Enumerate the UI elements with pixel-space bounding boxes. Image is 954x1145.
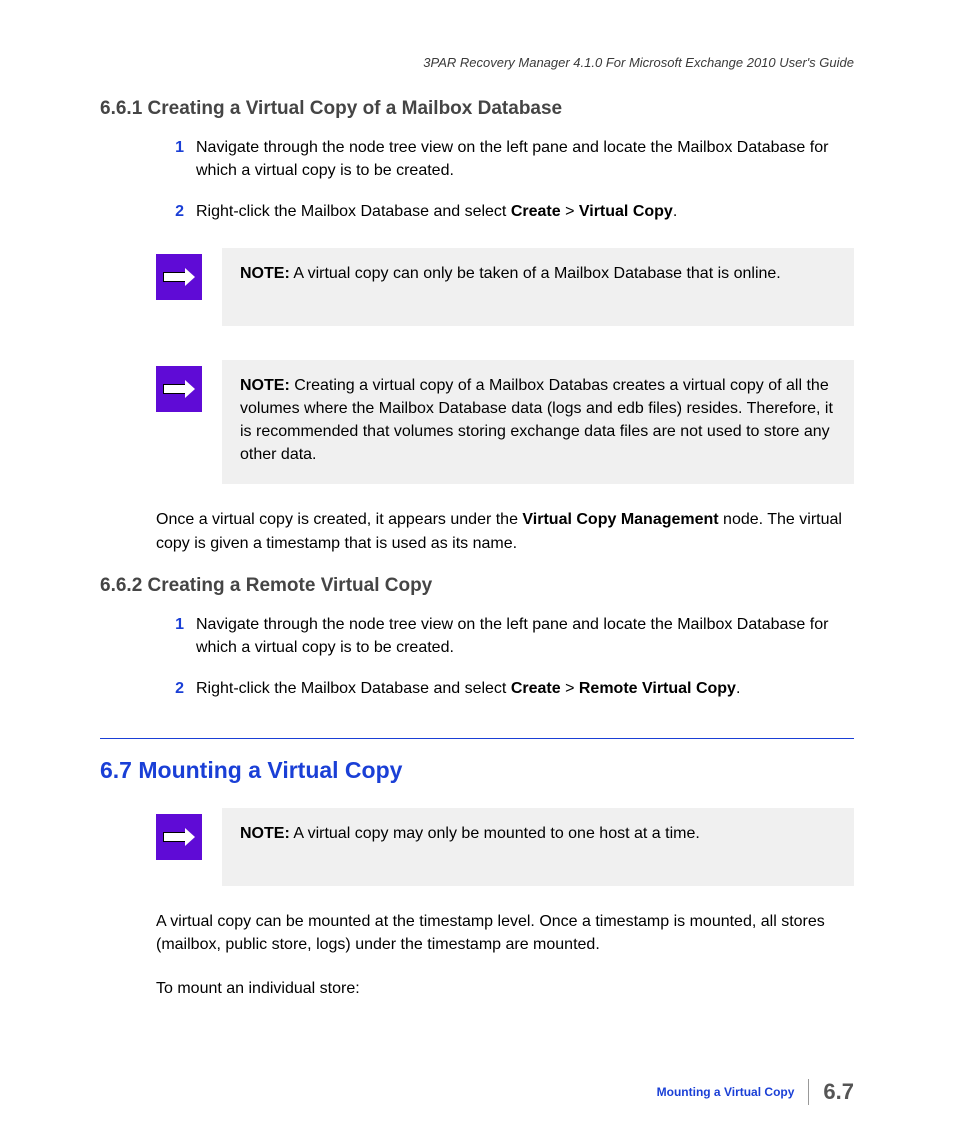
list-item: 1 Navigate through the node tree view on… — [160, 613, 854, 659]
bold-run: Create — [511, 680, 561, 697]
text-run: Once a virtual copy is created, it appea… — [156, 511, 522, 528]
list-item: 2 Right-click the Mailbox Database and s… — [160, 200, 854, 223]
bold-run: Virtual Copy — [579, 203, 673, 220]
note-box: NOTE: Creating a virtual copy of a Mailb… — [222, 360, 854, 485]
footer-section-title: Mounting a Virtual Copy — [657, 1085, 795, 1099]
ordered-list: 1 Navigate through the node tree view on… — [160, 613, 854, 701]
note-label: NOTE: — [240, 265, 290, 282]
arrow-note-icon — [156, 366, 202, 412]
running-header: 3PAR Recovery Manager 4.1.0 For Microsof… — [100, 55, 854, 70]
note-label: NOTE: — [240, 377, 290, 394]
arrow-note-icon — [156, 814, 202, 860]
text-run: Right-click the Mailbox Database and sel… — [196, 680, 511, 697]
note-text: A virtual copy can only be taken of a Ma… — [290, 265, 781, 282]
footer-page-number: 6.7 — [823, 1079, 854, 1105]
heading-6-6-1: 6.6.1 Creating a Virtual Copy of a Mailb… — [100, 98, 854, 120]
heading-6-7: 6.7 Mounting a Virtual Copy — [100, 757, 854, 784]
note-block: NOTE: A virtual copy can only be taken o… — [156, 248, 854, 326]
list-item: 1 Navigate through the node tree view on… — [160, 136, 854, 182]
footer-separator — [808, 1079, 809, 1105]
list-text: Right-click the Mailbox Database and sel… — [196, 677, 854, 700]
list-text: Navigate through the node tree view on t… — [196, 136, 854, 182]
note-block: NOTE: Creating a virtual copy of a Mailb… — [156, 360, 854, 485]
text-run: . — [673, 203, 677, 220]
list-text: Right-click the Mailbox Database and sel… — [196, 200, 854, 223]
text-run: . — [736, 680, 740, 697]
note-label: NOTE: — [240, 825, 290, 842]
note-box: NOTE: A virtual copy can only be taken o… — [222, 248, 854, 326]
list-number: 2 — [160, 200, 184, 223]
section-divider — [100, 738, 854, 739]
page-footer: Mounting a Virtual Copy 6.7 — [657, 1079, 854, 1105]
text-run: > — [561, 680, 579, 697]
text-run: > — [561, 203, 579, 220]
bold-run: Virtual Copy Management — [522, 511, 718, 528]
list-number: 1 — [160, 136, 184, 182]
arrow-note-icon — [156, 254, 202, 300]
note-block: NOTE: A virtual copy may only be mounted… — [156, 808, 854, 886]
bold-run: Create — [511, 203, 561, 220]
ordered-list: 1 Navigate through the node tree view on… — [160, 136, 854, 224]
paragraph: Once a virtual copy is created, it appea… — [156, 508, 854, 554]
bold-run: Remote Virtual Copy — [579, 680, 736, 697]
list-number: 1 — [160, 613, 184, 659]
list-text: Navigate through the node tree view on t… — [196, 613, 854, 659]
heading-6-6-2: 6.6.2 Creating a Remote Virtual Copy — [100, 575, 854, 597]
paragraph: To mount an individual store: — [156, 977, 854, 1000]
paragraph: A virtual copy can be mounted at the tim… — [156, 910, 854, 956]
note-text: A virtual copy may only be mounted to on… — [290, 825, 700, 842]
text-run: Right-click the Mailbox Database and sel… — [196, 203, 511, 220]
note-box: NOTE: A virtual copy may only be mounted… — [222, 808, 854, 886]
list-item: 2 Right-click the Mailbox Database and s… — [160, 677, 854, 700]
list-number: 2 — [160, 677, 184, 700]
note-text: Creating a virtual copy of a Mailbox Dat… — [240, 377, 833, 464]
document-page: 3PAR Recovery Manager 4.1.0 For Microsof… — [0, 0, 954, 1145]
